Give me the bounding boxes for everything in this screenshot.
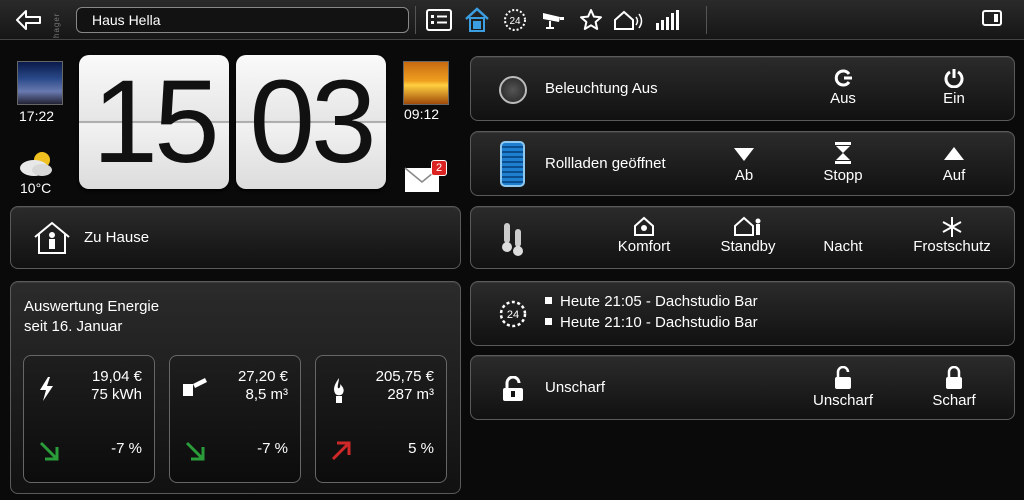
mode-comfort-button[interactable]: Komfort bbox=[599, 216, 689, 255]
triangle-up-icon bbox=[909, 145, 999, 165]
energy-title: Auswertung Energie seit 16. Januar bbox=[24, 297, 159, 337]
energy-box-electricity[interactable]: 19,04 € 75 kWh -7 % bbox=[23, 355, 155, 483]
divider bbox=[706, 6, 707, 34]
temperature: 10°C bbox=[20, 180, 52, 196]
home-mode-tile[interactable] bbox=[10, 206, 461, 269]
trend-up-icon bbox=[330, 440, 352, 462]
mode-frost-label: Frostschutz bbox=[913, 238, 991, 255]
mode-frost-button[interactable]: Frostschutz bbox=[907, 216, 997, 255]
sunset-thumbnail bbox=[17, 61, 63, 105]
hours-digits: 15 bbox=[92, 56, 219, 188]
shutter-down-button[interactable]: Ab bbox=[699, 145, 789, 184]
thermostat-icon bbox=[501, 221, 527, 257]
light-on-label: Ein bbox=[943, 90, 965, 107]
partly-cloudy-icon bbox=[16, 148, 56, 178]
energy-subtitle: seit 16. Januar bbox=[24, 318, 123, 335]
alarm-arm-button[interactable]: Scharf bbox=[909, 365, 999, 409]
change-value: -7 % bbox=[111, 440, 142, 457]
moon-icon bbox=[798, 216, 888, 236]
sunrise-time: 09:12 bbox=[404, 106, 440, 122]
alarm-arm-label: Scharf bbox=[932, 392, 976, 409]
shutter-stop-label: Stopp bbox=[823, 167, 863, 184]
shutter-stop-button[interactable]: Stopp bbox=[798, 141, 888, 184]
window-icon[interactable] bbox=[982, 10, 1002, 26]
cost-value: 19,04 € bbox=[91, 368, 142, 385]
home-mode-label: Zu Hause bbox=[84, 229, 150, 246]
gas-flame-icon bbox=[328, 376, 350, 403]
shutter-down-label: Ab bbox=[734, 167, 754, 184]
back-arrow-icon[interactable] bbox=[14, 8, 44, 32]
mode-comfort-label: Komfort bbox=[617, 238, 671, 255]
alarm-disarm-button[interactable]: Unscharf bbox=[798, 365, 888, 409]
energy-box-water[interactable]: 27,20 € 8,5 m³ -7 % bbox=[169, 355, 301, 483]
trend-down-icon bbox=[184, 440, 206, 462]
cost-value: 27,20 € bbox=[237, 368, 288, 385]
mode-standby-label: Standby bbox=[720, 238, 776, 255]
change-value: 5 % bbox=[408, 440, 434, 457]
mode-night-label: Nacht bbox=[823, 238, 863, 255]
light-status-icon bbox=[499, 76, 527, 104]
snowflake-icon bbox=[907, 216, 997, 237]
amount-value: 8,5 m³ bbox=[245, 386, 288, 403]
water-tap-icon bbox=[182, 376, 208, 402]
light-off-button[interactable]: Aus bbox=[798, 68, 888, 107]
house-person-small-icon bbox=[703, 216, 793, 236]
schedule-item: Heute 21:10 - Dachstudio Bar bbox=[545, 314, 758, 331]
unlocked-padlock-icon bbox=[502, 375, 524, 402]
sunset-time: 17:22 bbox=[19, 108, 55, 124]
top-bar: hager Haus Hella 24 bbox=[0, 0, 1024, 40]
top-icon-bar: 24 bbox=[420, 6, 686, 34]
shutter-icon bbox=[500, 141, 525, 187]
signal-bars-icon[interactable] bbox=[648, 6, 686, 34]
light-off-label: Aus bbox=[830, 90, 856, 107]
light-on-button[interactable]: Ein bbox=[909, 68, 999, 107]
off-icon bbox=[798, 68, 888, 88]
hourglass-icon bbox=[798, 141, 888, 165]
unlocked-padlock-icon bbox=[798, 365, 888, 390]
brand-label: hager bbox=[52, 12, 61, 38]
house-active-icon[interactable] bbox=[458, 6, 496, 34]
clock-minutes: 03 bbox=[236, 55, 386, 189]
clock-hours: 15 bbox=[79, 55, 229, 189]
alarm-disarm-label: Unscharf bbox=[812, 392, 874, 409]
trend-down-icon bbox=[38, 440, 60, 462]
location-field[interactable]: Haus Hella bbox=[76, 7, 409, 33]
shutters-label: Rollladen geöffnet bbox=[545, 155, 666, 172]
sunrise-thumbnail bbox=[403, 61, 449, 105]
star-icon[interactable] bbox=[572, 6, 610, 34]
energy-box-gas[interactable]: 205,75 € 287 m³ 5 % bbox=[315, 355, 447, 483]
24h-icon[interactable]: 24 bbox=[496, 6, 534, 34]
house-sun-icon bbox=[599, 216, 689, 236]
amount-value: 287 m³ bbox=[387, 386, 434, 403]
house-person-icon bbox=[33, 221, 71, 255]
mode-standby-button[interactable]: Standby bbox=[703, 216, 793, 255]
camera-icon[interactable] bbox=[534, 6, 572, 34]
mode-night-button[interactable]: Nacht bbox=[798, 216, 888, 255]
power-icon bbox=[909, 68, 999, 89]
svg-text:24: 24 bbox=[509, 16, 521, 27]
schedule-item: Heute 21:05 - Dachstudio Bar bbox=[545, 293, 758, 310]
mail-count-badge: 2 bbox=[431, 160, 447, 176]
minutes-digits: 03 bbox=[249, 56, 376, 188]
shutter-up-label: Auf bbox=[942, 167, 966, 184]
lightning-icon bbox=[36, 376, 58, 402]
shutter-up-button[interactable]: Auf bbox=[909, 145, 999, 184]
amount-value: 75 kWh bbox=[91, 386, 142, 403]
24h-icon: 24 bbox=[498, 299, 528, 329]
cost-value: 205,75 € bbox=[375, 368, 434, 385]
divider bbox=[415, 6, 416, 34]
alarm-status-label: Unscharf bbox=[545, 379, 606, 396]
locked-padlock-icon bbox=[909, 365, 999, 390]
list-icon[interactable] bbox=[420, 6, 458, 34]
house-signal-icon[interactable] bbox=[610, 6, 648, 34]
energy-title-text: Auswertung Energie bbox=[24, 298, 160, 315]
triangle-down-icon bbox=[699, 145, 789, 165]
svg-text:24: 24 bbox=[507, 309, 519, 321]
lighting-label: Beleuchtung Aus bbox=[545, 80, 658, 97]
change-value: -7 % bbox=[257, 440, 288, 457]
